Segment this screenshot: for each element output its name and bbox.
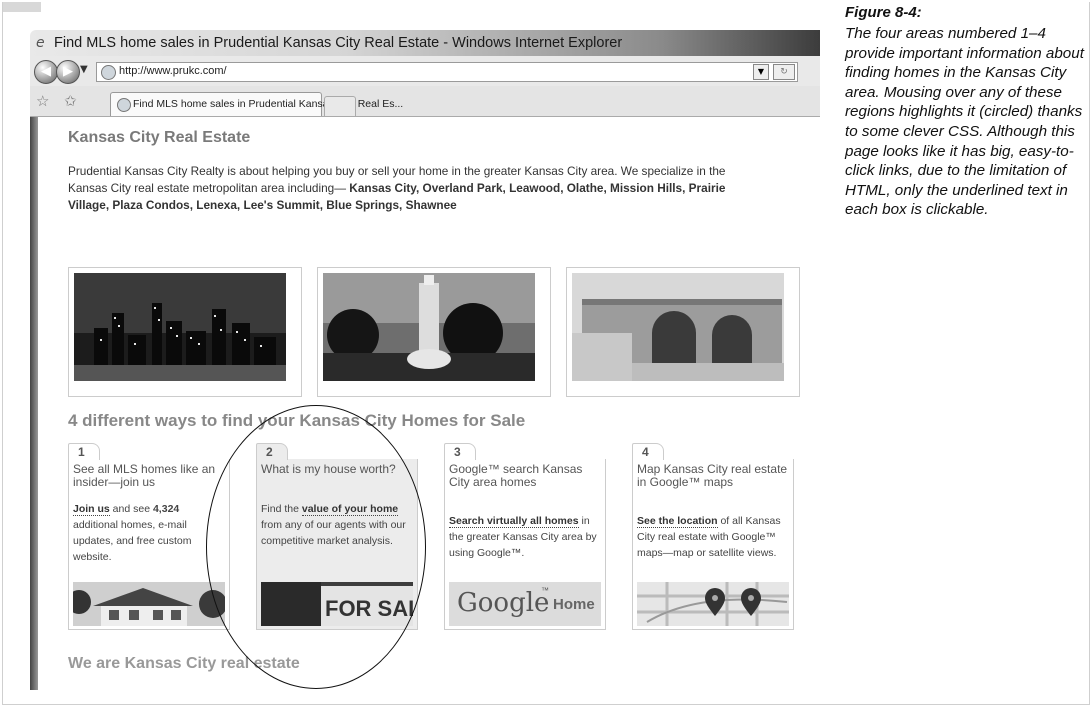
frame-tab xyxy=(3,2,41,12)
card-number: 3 xyxy=(454,445,461,459)
card-body: Search virtually all homes in the greate… xyxy=(449,513,601,561)
intro-paragraph: Prudential Kansas City Realty is about h… xyxy=(68,163,768,214)
card-image-map xyxy=(637,582,789,626)
see-location-link[interactable]: See the location xyxy=(637,515,718,528)
window-title: Find MLS home sales in Prudential Kansas… xyxy=(54,35,623,51)
figure-caption-title: Figure 8-4: xyxy=(845,4,922,21)
ie-logo-icon: e xyxy=(36,35,45,51)
add-favorites-icon[interactable]: ✩ xyxy=(64,92,77,110)
card-image-google-logo: Google ™ Home xyxy=(449,582,601,626)
tab-label: Find MLS home sales in Prudential Kansas… xyxy=(133,98,404,110)
card-body: See the location of all Kansas City real… xyxy=(637,513,789,561)
join-us-link[interactable]: Join us xyxy=(73,503,110,516)
figure-caption-text: The four areas numbered 1–4 provide impo… xyxy=(845,25,1084,219)
back-icon[interactable]: ◀ xyxy=(34,60,58,84)
search-homes-link[interactable]: Search virtually all homes xyxy=(449,515,579,528)
card-number: 1 xyxy=(78,445,85,459)
card-title: See all MLS homes like an insider—join u… xyxy=(73,462,216,489)
card-title: Google™ search Kansas City area homes xyxy=(449,462,583,489)
address-dropdown-icon[interactable]: ▼ xyxy=(753,64,769,80)
favorites-star-icon[interactable]: ☆ xyxy=(36,92,49,110)
photo-skyline-night xyxy=(68,267,302,397)
history-dropdown-icon[interactable]: ▼ xyxy=(80,64,88,75)
google-home-text: Home xyxy=(553,596,595,613)
card-body-text: additional homes, e-mail updates, and fr… xyxy=(73,519,192,563)
page-heading: Kansas City Real Estate xyxy=(68,129,251,146)
page-icon xyxy=(101,65,116,80)
title-bar: e Find MLS home sales in Prudential Kans… xyxy=(30,30,820,56)
browser-window: e Find MLS home sales in Prudential Kans… xyxy=(30,30,820,690)
card-number: 4 xyxy=(642,445,649,459)
tab-bar: ☆ ✩ Find MLS home sales in Prudential Ka… xyxy=(30,86,820,117)
card-body-text: and see xyxy=(109,503,153,515)
card-image-house xyxy=(73,582,225,626)
browser-tab[interactable]: Find MLS home sales in Prudential Kansas… xyxy=(110,92,403,116)
photo-fountain-tower xyxy=(317,267,551,397)
refresh-icon[interactable]: ↻ xyxy=(773,64,795,80)
photo-union-station xyxy=(566,267,800,397)
option-card-4: 4 Map Kansas City real estate in Google™… xyxy=(632,443,794,630)
page-icon xyxy=(117,98,131,112)
navigation-bar: ◀ ▶ ▼ http://www.prukc.com/ ▼ ↻ xyxy=(30,56,820,86)
new-tab-button[interactable] xyxy=(324,96,356,116)
card-body: Join us and see 4,324 additional homes, … xyxy=(73,501,225,565)
option-card-3: 3 Google™ search Kansas City area homes … xyxy=(444,443,606,630)
highlight-circle xyxy=(206,405,426,689)
card-title: Map Kansas City real estate in Google™ m… xyxy=(637,462,788,489)
google-logo-text: Google xyxy=(457,588,550,618)
url-text[interactable]: http://www.prukc.com/ xyxy=(119,65,227,77)
forward-icon[interactable]: ▶ xyxy=(56,60,80,84)
page-left-border xyxy=(30,117,38,690)
page-content: Kansas City Real Estate Prudential Kansa… xyxy=(30,117,820,690)
home-count: 4,324 xyxy=(152,503,180,515)
address-bar[interactable]: http://www.prukc.com/ ▼ ↻ xyxy=(96,62,798,82)
